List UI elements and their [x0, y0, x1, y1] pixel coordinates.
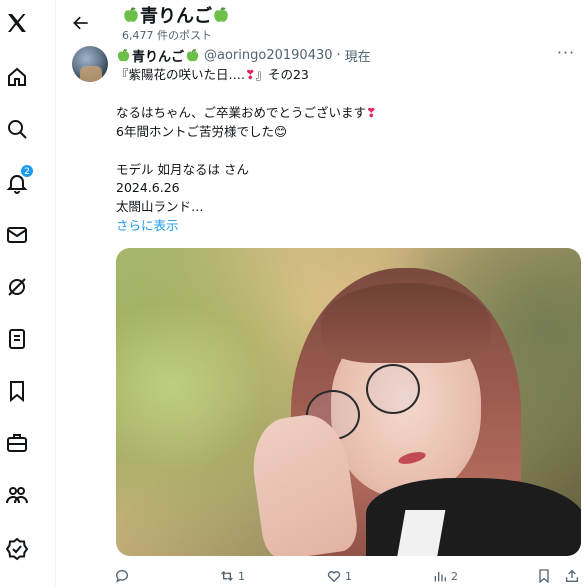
tweet-text: 『紫陽花の咲いた日….❣』その23 なるはちゃん、ご卒業おめでとうございます❣ … [116, 66, 576, 236]
heart-exclamation-icon: ❣ [366, 104, 377, 120]
verified-icon[interactable] [4, 536, 30, 562]
page-title: 青りんご [122, 2, 230, 28]
text-blank-line [116, 85, 576, 104]
photo-bangs [321, 283, 491, 363]
like-count: 1 [345, 569, 352, 583]
x-logo-icon[interactable] [4, 10, 30, 36]
text-line: 太閤山ランド… [116, 199, 204, 215]
text-blank-line [116, 142, 576, 161]
jobs-icon[interactable] [4, 430, 30, 456]
tweet-timestamp[interactable]: 現在 [345, 46, 371, 65]
messages-icon[interactable] [4, 222, 30, 248]
show-more-link[interactable]: さらに表示 [116, 217, 576, 236]
text-line: なるはちゃん、ご卒業おめでとうございます❣ [116, 104, 377, 120]
heart-icon [327, 571, 341, 583]
views-count: 2 [451, 569, 458, 583]
profile-header: 青りんご 6,477 件のポスト [56, 0, 586, 44]
bookmarks-icon[interactable] [4, 378, 30, 404]
green-apple-icon [116, 48, 131, 63]
photo-glasses-lens [366, 364, 420, 414]
lists-icon[interactable] [4, 326, 30, 352]
tweet-actions: 1 1 2 [56, 564, 586, 587]
green-apple-icon [212, 6, 230, 24]
back-arrow-icon[interactable] [70, 12, 92, 34]
analytics-icon [434, 572, 446, 582]
reply-icon [116, 570, 128, 583]
tweet-author-line: 青りんご @aoringo20190430 · 現在 [116, 46, 371, 65]
repost-button[interactable]: 1 [219, 568, 245, 584]
sidebar: 2 [0, 0, 56, 587]
text-line: 6年間ホントご苦労様でした😊 [116, 123, 287, 139]
text-line: モデル 如月なるは さん [116, 161, 249, 177]
like-button[interactable]: 1 [326, 568, 352, 584]
notification-badge: 2 [20, 164, 34, 178]
photo-collar [396, 510, 446, 556]
grok-icon[interactable] [4, 274, 30, 300]
home-icon[interactable] [4, 64, 30, 90]
heart-exclamation-icon: ❣ [244, 67, 256, 82]
notifications-icon[interactable]: 2 [4, 164, 34, 196]
share-button[interactable] [564, 568, 583, 584]
post-count: 6,477 件のポスト [122, 29, 212, 42]
green-apple-icon [122, 6, 140, 24]
more-options-icon[interactable]: ··· [556, 45, 576, 66]
reply-button[interactable] [114, 568, 133, 584]
views-button[interactable]: 2 [432, 568, 458, 584]
repost-icon [221, 571, 233, 581]
tweet-photo[interactable] [116, 248, 581, 556]
repost-count: 1 [238, 569, 245, 583]
search-icon[interactable] [4, 116, 30, 142]
text-line: 『紫陽花の咲いた日….❣』その23 [116, 67, 309, 82]
green-apple-icon [185, 48, 200, 63]
bookmark-icon [539, 569, 549, 584]
time-separator: · [336, 48, 341, 63]
avatar[interactable] [72, 46, 108, 82]
author-handle[interactable]: @aoringo20190430 [204, 48, 333, 63]
text-line: 2024.6.26 [116, 180, 180, 196]
page-title-text: 青りんご [140, 6, 212, 27]
share-icon [566, 569, 578, 582]
communities-icon[interactable] [4, 482, 30, 508]
author-name[interactable]: 青りんご [132, 46, 184, 65]
bookmark-button[interactable] [536, 568, 555, 584]
